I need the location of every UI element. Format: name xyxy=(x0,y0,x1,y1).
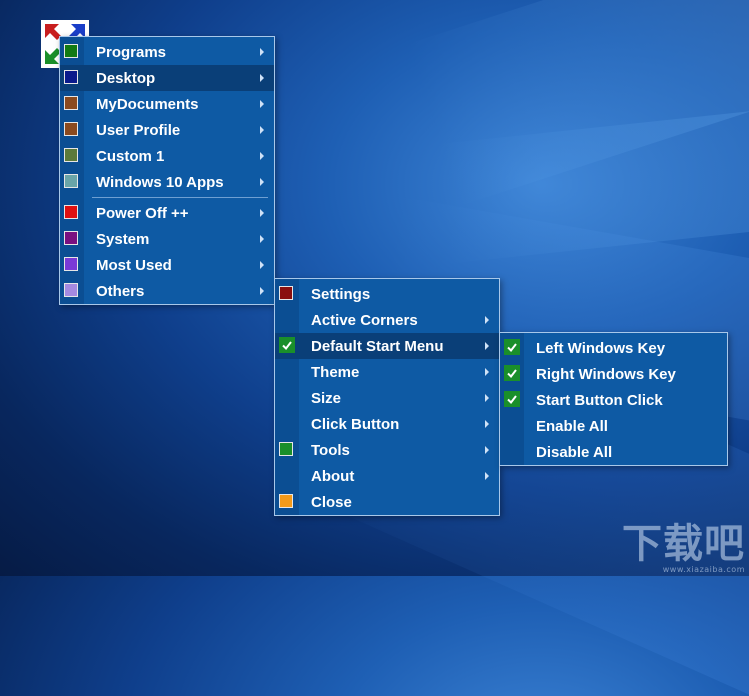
chevron-right-icon xyxy=(485,342,489,350)
menu-item-others[interactable]: Others xyxy=(60,278,274,304)
menu-item-label: Active Corners xyxy=(311,311,418,329)
chevron-right-icon xyxy=(485,394,489,402)
check-icon xyxy=(504,391,520,407)
menu-item-label: Disable All xyxy=(536,443,613,461)
chevron-right-icon xyxy=(260,100,264,108)
chevron-right-icon xyxy=(260,235,264,243)
menu-item-label: Size xyxy=(311,389,342,407)
chevron-right-icon xyxy=(260,178,264,186)
chevron-right-icon xyxy=(260,74,264,82)
menu-item-label: Left Windows Key xyxy=(536,339,666,357)
menu-item-power-off[interactable]: Power Off ++ xyxy=(60,200,274,226)
menu-item-label: Desktop xyxy=(96,69,156,87)
menu-item-enable-all[interactable]: Enable All xyxy=(500,413,727,439)
watermark-logo: 下载吧 www.xiazaiba.com xyxy=(622,521,745,574)
violet-square-icon xyxy=(64,257,78,271)
chevron-right-icon xyxy=(260,152,264,160)
menu-item-label: Tools xyxy=(311,441,350,459)
chevron-right-icon xyxy=(260,287,264,295)
brown-square-icon xyxy=(64,96,78,110)
menu-item-custom-1[interactable]: Custom 1 xyxy=(60,143,274,169)
green-square-icon xyxy=(279,442,293,456)
red-square-icon xyxy=(64,205,78,219)
menu-item-desktop[interactable]: Desktop xyxy=(60,65,274,91)
menu-item-left-windows-key[interactable]: Left Windows Key xyxy=(500,335,727,361)
menu-item-windows-10-apps[interactable]: Windows 10 Apps xyxy=(60,169,274,195)
menu-item-most-used[interactable]: Most Used xyxy=(60,252,274,278)
navy-square-icon xyxy=(64,70,78,84)
chevron-right-icon xyxy=(260,261,264,269)
menu-item-label: Theme xyxy=(311,363,360,381)
menu-item-disable-all[interactable]: Disable All xyxy=(500,439,727,465)
chevron-right-icon xyxy=(485,368,489,376)
menu-item-close[interactable]: Close xyxy=(275,489,499,515)
menu-item-label: System xyxy=(96,230,150,248)
menu-item-user-profile[interactable]: User Profile xyxy=(60,117,274,143)
menu-item-start-button-click[interactable]: Start Button Click xyxy=(500,387,727,413)
chevron-right-icon xyxy=(260,48,264,56)
chevron-right-icon xyxy=(485,420,489,428)
menu-item-label: Enable All xyxy=(536,417,608,435)
menu-item-size[interactable]: Size xyxy=(275,385,499,411)
chevron-right-icon xyxy=(485,472,489,480)
chevron-right-icon xyxy=(485,446,489,454)
menu-item-label: Others xyxy=(96,282,145,300)
menu-item-system[interactable]: System xyxy=(60,226,274,252)
brown-square-icon xyxy=(64,122,78,136)
menu-item-mydocuments[interactable]: MyDocuments xyxy=(60,91,274,117)
menu-item-label: Custom 1 xyxy=(96,147,165,165)
olive-square-icon xyxy=(64,148,78,162)
main-menu: Programs Desktop MyDocuments User Profil… xyxy=(59,36,275,305)
orange-square-icon xyxy=(279,494,293,508)
chevron-right-icon xyxy=(260,126,264,134)
menu-item-label: Default Start Menu xyxy=(311,337,444,355)
check-icon xyxy=(504,339,520,355)
menu-item-label: Start Button Click xyxy=(536,391,663,409)
menu-item-label: Click Button xyxy=(311,415,400,433)
menu-item-active-corners[interactable]: Active Corners xyxy=(275,307,499,333)
menu-item-click-button[interactable]: Click Button xyxy=(275,411,499,437)
menu-item-label: Close xyxy=(311,493,352,511)
chevron-right-icon xyxy=(485,316,489,324)
purple-square-icon xyxy=(64,231,78,245)
menu-item-label: Right Windows Key xyxy=(536,365,676,383)
menu-item-about[interactable]: About xyxy=(275,463,499,489)
wallpaper-light-ray xyxy=(434,96,749,264)
menu-item-label: MyDocuments xyxy=(96,95,199,113)
menu-item-settings[interactable]: Settings xyxy=(275,281,499,307)
menu-item-label: Programs xyxy=(96,43,167,61)
green-square-icon xyxy=(64,44,78,58)
wallpaper-light-ray xyxy=(406,0,749,207)
check-icon xyxy=(504,365,520,381)
menu-item-label: Windows 10 Apps xyxy=(96,173,224,191)
menu-item-label: Most Used xyxy=(96,256,172,274)
lavender-square-icon xyxy=(64,283,78,297)
menu-item-label: Power Off ++ xyxy=(96,204,189,222)
chevron-right-icon xyxy=(260,209,264,217)
menu-item-label: Settings xyxy=(311,285,371,303)
settings-submenu: Settings Active Corners Default Start Me… xyxy=(274,278,500,516)
menu-item-right-windows-key[interactable]: Right Windows Key xyxy=(500,361,727,387)
menu-item-programs[interactable]: Programs xyxy=(60,39,274,65)
check-icon xyxy=(279,337,295,353)
menu-item-label: About xyxy=(311,467,355,485)
menu-item-tools[interactable]: Tools xyxy=(275,437,499,463)
default-start-menu-submenu: Left Windows Key Right Windows Key Start… xyxy=(499,332,728,466)
maroon-square-icon xyxy=(279,286,293,300)
teal-square-icon xyxy=(64,174,78,188)
menu-item-label: User Profile xyxy=(96,121,181,139)
menu-item-default-start-menu[interactable]: Default Start Menu xyxy=(275,333,499,359)
menu-item-theme[interactable]: Theme xyxy=(275,359,499,385)
